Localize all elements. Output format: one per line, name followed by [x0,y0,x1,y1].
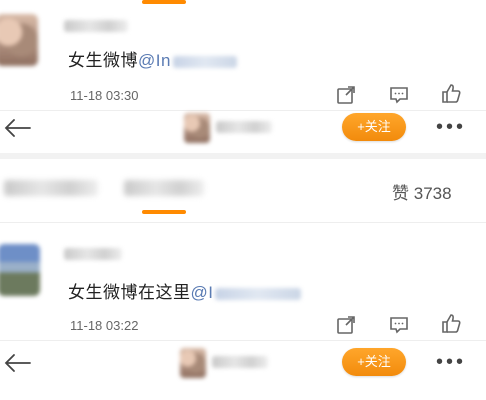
tabs-row: 赞 3738 [0,160,486,220]
avatar[interactable] [0,14,38,66]
username-blurred[interactable] [64,20,128,32]
username-blurred[interactable] [64,248,122,260]
follow-button[interactable]: +关注 [342,348,406,376]
like-icon[interactable] [440,312,462,334]
author-name-blurred[interactable] [216,121,272,133]
bottom-bar-2: +关注 ••• [0,344,486,384]
tab-indicator-top [142,0,186,4]
timestamp: 11-18 03:22 [70,318,139,333]
author-name-blurred[interactable] [212,356,268,368]
mention-link[interactable]: @In [138,51,171,70]
comment-icon[interactable] [388,84,410,106]
mention-blurred [215,287,302,300]
author-avatar[interactable] [184,113,210,143]
divider [0,153,486,159]
back-arrow-icon[interactable] [2,117,32,139]
tab-reposts-blurred[interactable] [4,180,98,196]
tab-likes[interactable]: 赞 3738 [392,179,452,204]
likes-label: 赞 [392,184,409,203]
comment-text: 女生微博在这里@I [68,278,302,303]
follow-button[interactable]: +关注 [342,113,406,141]
back-arrow-icon[interactable] [2,352,32,374]
more-options-icon[interactable]: ••• [436,352,466,372]
divider [0,340,486,341]
share-icon[interactable] [335,314,357,336]
like-icon[interactable] [440,82,462,104]
mention-link[interactable]: @I [191,283,214,302]
share-icon[interactable] [335,84,357,106]
comment-body: 女生微博在这里 [68,283,191,302]
comment-text: 女生微博@In [68,46,237,71]
tab-comments-blurred[interactable] [124,180,204,196]
comment-card-1: 女生微博@In 11-18 03:30 [0,0,486,112]
avatar[interactable] [0,244,40,296]
mention-blurred [172,55,237,68]
divider [0,222,486,223]
comment-icon[interactable] [388,314,410,336]
more-options-icon[interactable]: ••• [436,117,466,137]
comment-card-2: 女生微博在这里@I 11-18 03:22 [0,224,486,340]
comment-body: 女生微博 [68,51,138,70]
tab-active-indicator [142,210,186,214]
bottom-bar-1: +关注 ••• [0,111,486,151]
author-avatar[interactable] [180,348,206,378]
likes-count: 3738 [413,184,452,203]
timestamp: 11-18 03:30 [70,88,139,103]
